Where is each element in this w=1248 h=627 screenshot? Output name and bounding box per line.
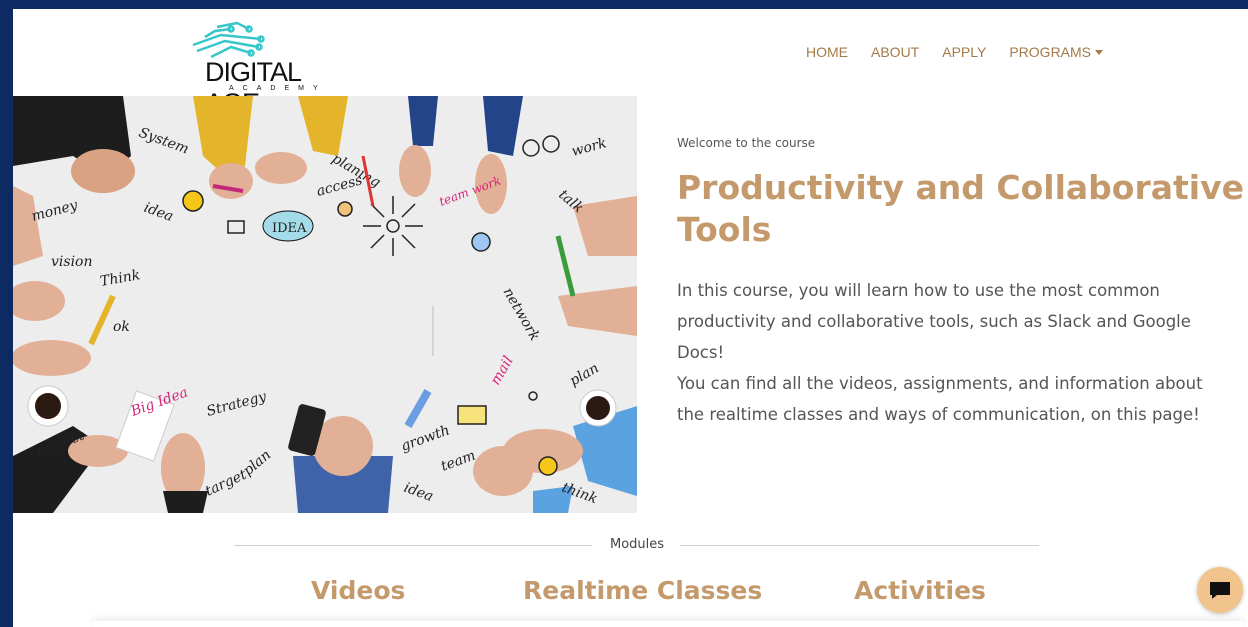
doodle-word: vision <box>51 254 93 270</box>
chat-button[interactable] <box>1197 567 1243 613</box>
course-description-2: You can find all the videos, assignments… <box>677 374 1203 424</box>
module-realtime-classes[interactable]: Realtime Classes <box>523 576 762 605</box>
logo-subtext: ACADEMY <box>229 85 327 92</box>
chevron-down-icon <box>1095 50 1104 55</box>
course-title: Productivity and Collaborative Tools <box>677 168 1244 249</box>
course-welcome: Welcome to the course <box>677 136 816 150</box>
course-description: In this course, you will learn how to us… <box>677 275 1217 430</box>
main-nav: HOME ABOUT APPLY PROGRAMS <box>806 44 1104 60</box>
nav-programs-label: PROGRAMS <box>1009 44 1092 60</box>
module-activities[interactable]: Activities <box>854 576 986 605</box>
modules-heading: Modules <box>610 537 665 552</box>
collaboration-doodle-illustration: System money idea vision Think ok projec… <box>13 96 637 513</box>
module-videos[interactable]: Videos <box>311 576 405 605</box>
doodle-word: ok <box>113 319 130 335</box>
nav-apply[interactable]: APPLY <box>942 44 986 60</box>
logo[interactable]: DIGITAL AGE ACADEMY <box>191 17 346 118</box>
nav-home[interactable]: HOME <box>806 44 848 60</box>
content-card-edge <box>93 621 1243 627</box>
course-description-1: In this course, you will learn how to us… <box>677 281 1191 362</box>
hero-image: System money idea vision Think ok projec… <box>13 96 637 513</box>
page: DIGITAL AGE ACADEMY HOME ABOUT APPLY PRO… <box>13 9 1248 627</box>
chat-bubble-icon <box>1210 582 1230 599</box>
nav-about[interactable]: ABOUT <box>871 44 919 60</box>
doodle-word: IDEA <box>272 221 307 236</box>
divider-right <box>680 545 1039 546</box>
nav-programs[interactable]: PROGRAMS <box>1009 44 1104 60</box>
divider-left <box>234 545 592 546</box>
